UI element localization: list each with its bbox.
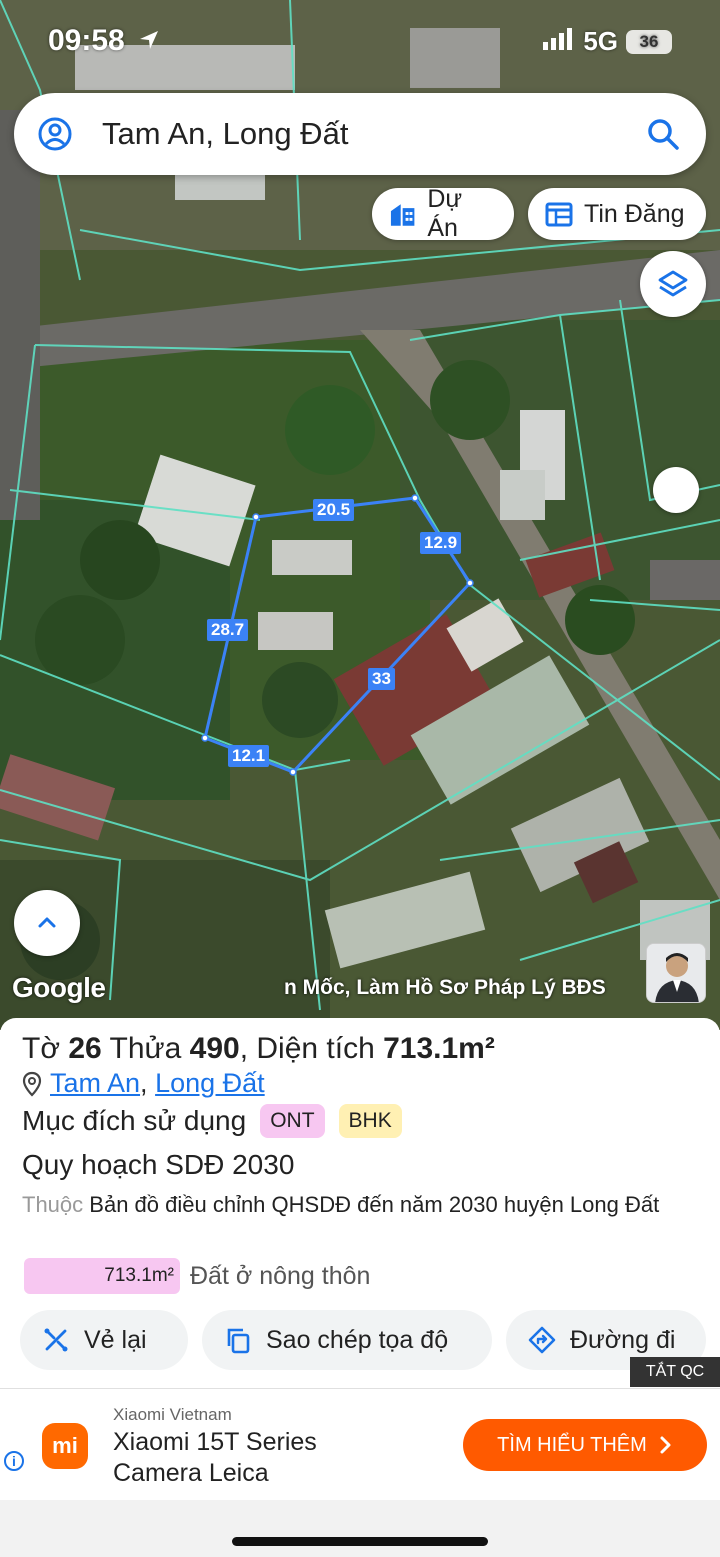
plot-number: 490	[189, 1032, 240, 1065]
directions-icon	[528, 1326, 556, 1354]
ad-title-line2: Camera Leica	[113, 1459, 269, 1487]
ad-title: Xiaomi 15T Series Camera Leica	[113, 1427, 317, 1489]
search-input[interactable]: Tam An, Long Đất	[102, 116, 646, 152]
area-value: 713.1m²	[383, 1032, 495, 1065]
map-watermark: n Mốc, Làm Hồ Sơ Pháp Lý BĐS	[284, 976, 606, 999]
expand-panel-button[interactable]	[14, 890, 80, 956]
ad-title-line1: Xiaomi 15T Series	[113, 1428, 317, 1456]
map-drag-handle[interactable]	[653, 467, 699, 513]
search-icon[interactable]	[646, 117, 680, 151]
learn-more-label: TÌM HIỂU THÊM	[497, 1433, 647, 1456]
edge-length-label: 20.5	[313, 499, 355, 521]
ad-info-icon[interactable]: i	[4, 1451, 24, 1471]
ad-brand: Xiaomi Vietnam	[113, 1405, 232, 1424]
status-time: 09:58	[48, 24, 125, 57]
copy-icon	[227, 1328, 250, 1354]
area-breakdown: 713.1m² Đất ở nông thôn	[24, 1258, 370, 1294]
land-use-purpose: Mục đích sử dụng ONT BHK	[22, 1104, 402, 1138]
location-separator: ,	[140, 1068, 148, 1098]
redraw-icon	[44, 1328, 68, 1352]
copy-coordinates-button[interactable]: Sao chép tọa độ	[202, 1310, 492, 1370]
learn-more-button[interactable]: TÌM HIỂU THÊM	[463, 1419, 707, 1471]
parcel-location: Tam An, Long Đất	[22, 1068, 265, 1099]
plan-prefix: Thuộc	[22, 1192, 84, 1217]
listings-chip-label: Tin Đăng	[584, 199, 685, 228]
calendar-list-icon	[545, 202, 573, 227]
plan-description: Thuộc Bản đồ điều chỉnh QHSDĐ đến năm 20…	[22, 1188, 682, 1222]
directions-label: Đường đi	[570, 1325, 676, 1354]
land-use-badge: ONT	[260, 1104, 325, 1138]
area-bar: 713.1m²	[24, 1258, 180, 1294]
projects-chip[interactable]: Dự Án	[372, 185, 514, 242]
google-logo: Google	[12, 972, 106, 1003]
area-breakdown-label: Đất ở nông thôn	[190, 1261, 371, 1290]
sheet-label: Tờ	[22, 1032, 60, 1065]
home-indicator[interactable]	[232, 1537, 488, 1546]
location-pin-icon	[22, 1071, 42, 1097]
district-link[interactable]: Long Đất	[155, 1068, 265, 1098]
redraw-label: Vẻ lại	[84, 1325, 147, 1354]
close-ad-button[interactable]: TẮT QC	[630, 1357, 720, 1387]
chevron-up-icon	[38, 917, 56, 928]
plot-label: Thửa	[109, 1032, 182, 1065]
building-icon	[390, 204, 415, 226]
edge-length-label: 28.7	[207, 619, 249, 641]
listings-chip[interactable]: Tin Đăng	[528, 188, 706, 240]
layers-button[interactable]	[640, 251, 706, 317]
xiaomi-logo: mi	[42, 1423, 88, 1469]
parcel-title: Tờ 26 Thửa 490, Diện tích 713.1m²	[22, 1032, 495, 1066]
search-bar[interactable]: Tam An, Long Đất	[14, 93, 706, 175]
edge-length-label: 12.1	[228, 745, 270, 767]
copy-coordinates-label: Sao chép tọa độ	[266, 1325, 449, 1354]
projects-chip-label: Dự Án	[427, 185, 463, 242]
purpose-label: Mục đích sử dụng	[22, 1105, 247, 1136]
chevron-right-icon	[660, 1436, 671, 1454]
status-bar: 09:58 5G 36	[0, 0, 720, 80]
land-use-badge: BHK	[338, 1104, 402, 1138]
ad-banner[interactable]: i mi Xiaomi Vietnam Xiaomi 15T Series Ca…	[0, 1388, 720, 1500]
signal-icon	[543, 26, 575, 57]
edge-length-label: 33	[368, 668, 395, 690]
location-arrow-icon	[138, 29, 160, 56]
battery-icon: 36	[626, 29, 672, 54]
network-type: 5G	[583, 26, 618, 56]
commune-link[interactable]: Tam An	[50, 1068, 140, 1098]
bottom-safe-area	[0, 1500, 720, 1557]
area-label: , Diện tích	[239, 1032, 375, 1065]
avatar[interactable]	[646, 943, 706, 1003]
edge-length-label: 12.9	[420, 532, 462, 554]
redraw-button[interactable]: Vẻ lại	[20, 1310, 188, 1370]
layers-icon	[658, 270, 688, 297]
status-indicators: 5G 36	[543, 26, 672, 57]
sheet-number: 26	[68, 1032, 102, 1065]
plan-desc-text: Bản đồ điều chỉnh QHSDĐ đến năm 2030 huy…	[89, 1192, 660, 1217]
account-icon[interactable]	[38, 117, 72, 151]
satellite-map[interactable]: 20.5 12.9 33 12.1 28.7 09:58 5G 36 Tam A…	[0, 0, 720, 1030]
plan-title: Quy hoạch SDĐ 2030	[22, 1149, 295, 1180]
